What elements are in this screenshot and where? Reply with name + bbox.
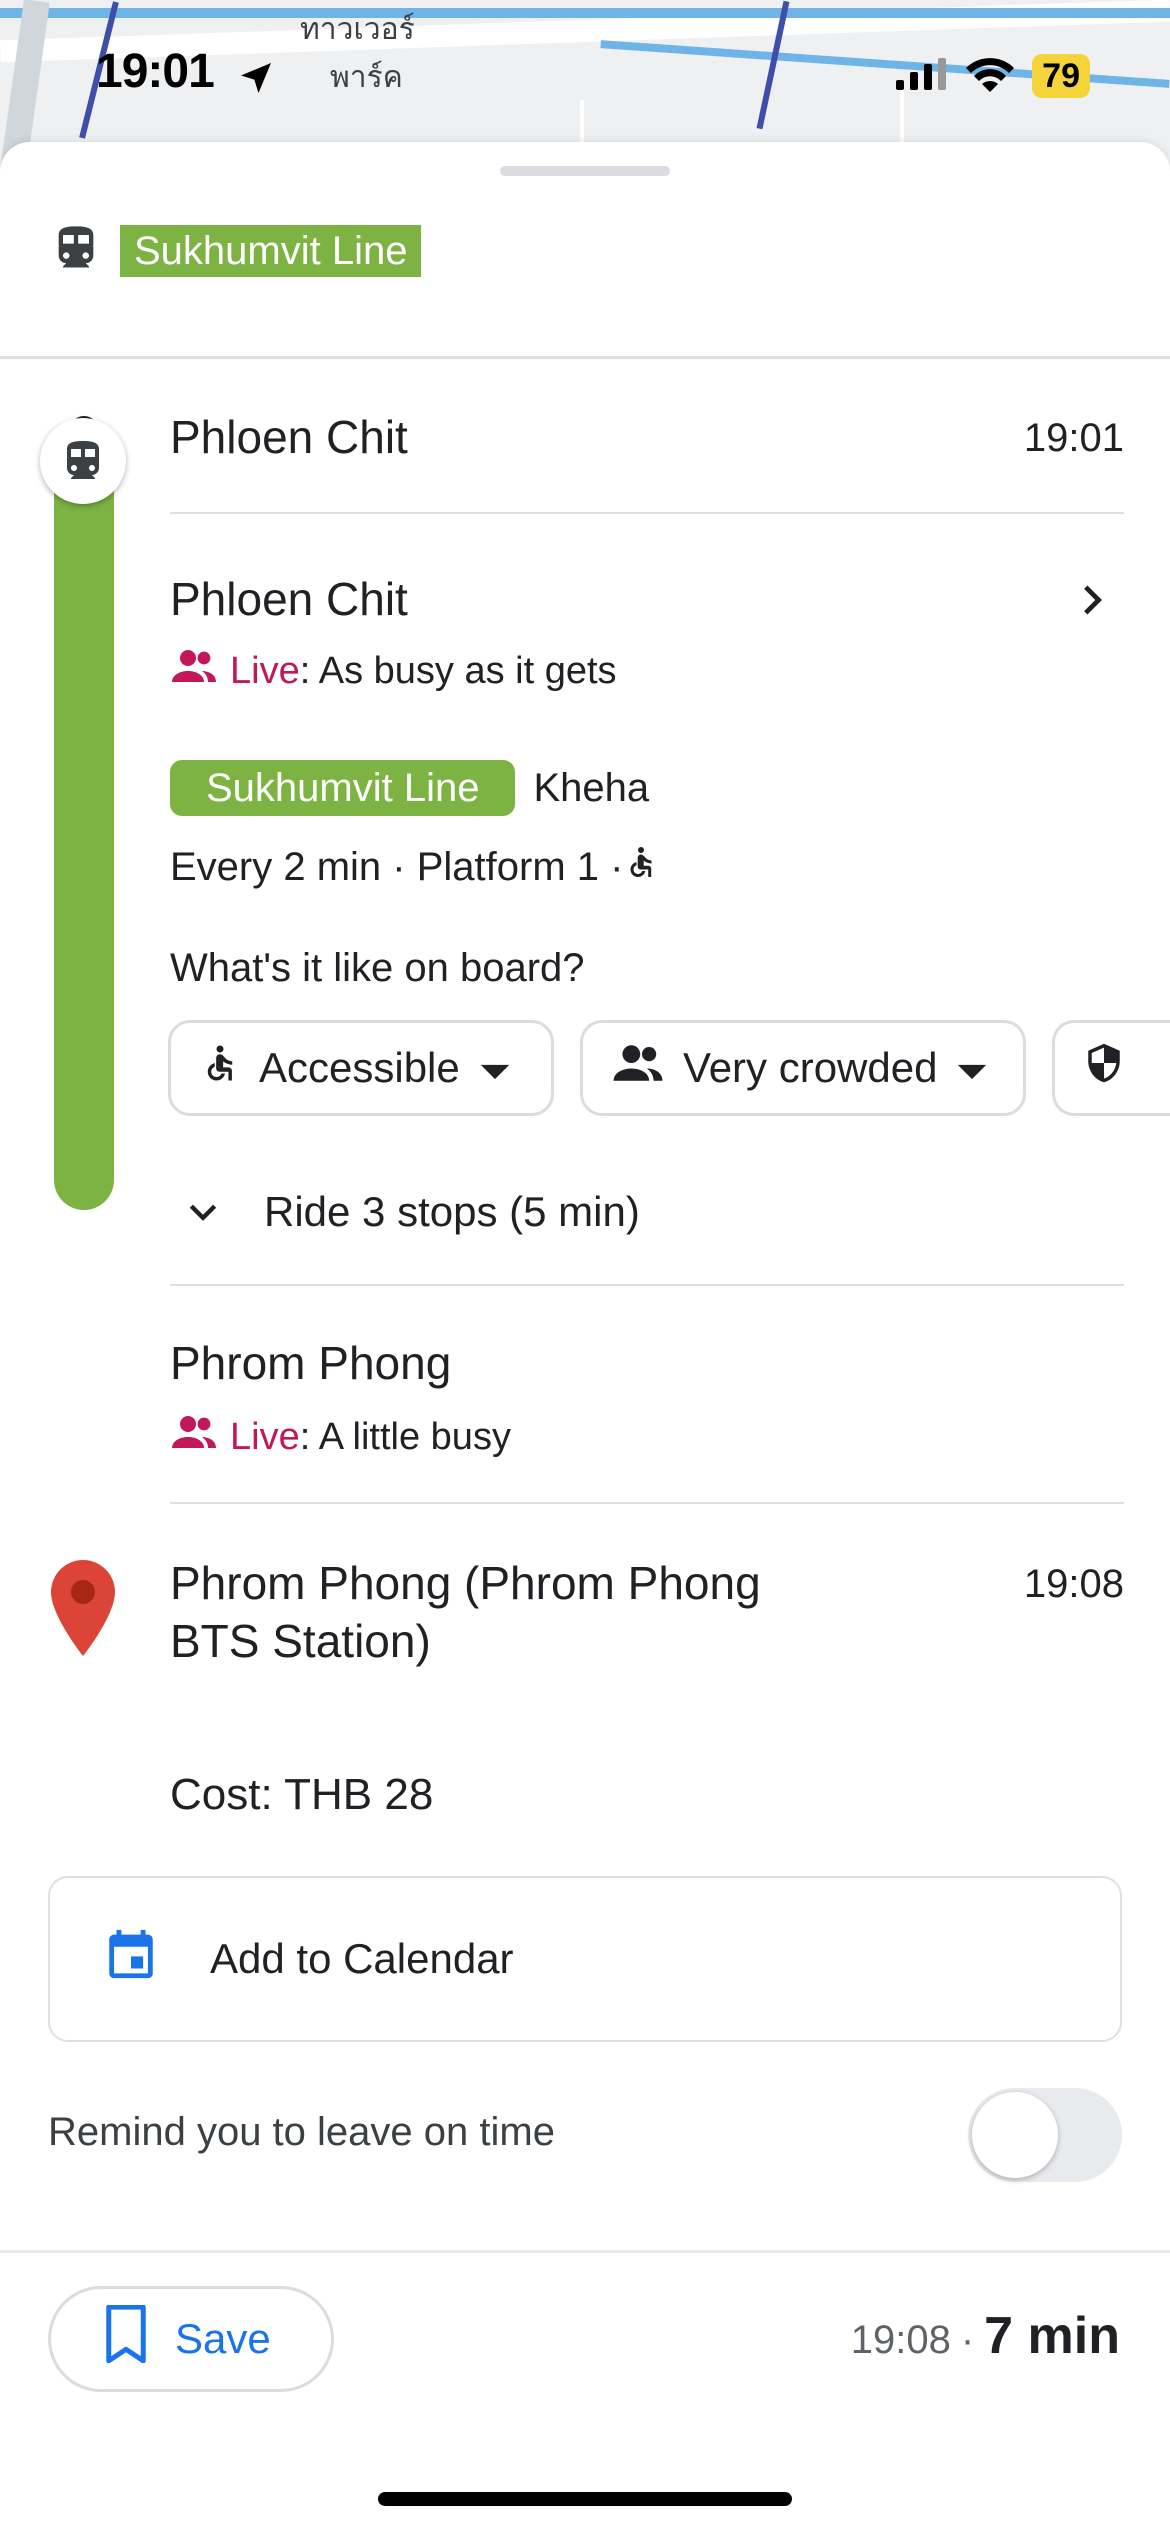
line-badge: Sukhumvit Line [170,760,516,816]
board-live-status: Live: As busy as it gets [170,648,617,694]
status-icons: 79 [896,54,1090,98]
stop-end-dot [68,1212,102,1246]
add-to-calendar-button[interactable]: Add to Calendar [48,1876,1122,2042]
save-label: Save [175,2315,271,2362]
frequency-text: Every 2 min · Platform 1 · [170,844,624,889]
divider [170,1502,1124,1504]
dropdown-arrow-icon [955,1044,989,1092]
destination-time: 19:08 [1023,1562,1124,1606]
shield-icon [1083,1039,1125,1097]
sheet-drag-handle[interactable] [500,166,670,176]
origin-name: Phloen Chit [170,411,408,463]
alight-live-status: Live: A little busy [170,1414,511,1460]
divider [170,512,1124,514]
calendar-icon [102,1923,160,1995]
divider [170,1284,1124,1286]
signal-icon [896,57,948,95]
line-badge: Sukhumvit Line [120,224,422,277]
map-place-label: พาร์ค [330,60,403,95]
reminder-toggle[interactable] [968,2088,1122,2182]
origin-time: 19:01 [1023,416,1124,460]
route-header: Sukhumvit Line [50,222,422,279]
wifi-icon [966,56,1015,97]
eta-separator: · [960,2318,975,2362]
frequency-row: Every 2 min · Platform 1 · [170,842,659,892]
train-icon [50,222,102,279]
arrival-time: 19:08 [850,2318,951,2362]
red-pin-icon [50,1560,116,1661]
chip-safety[interactable] [1052,1020,1170,1116]
bookmark-icon [103,2304,149,2373]
destination-name-line1: Phrom Phong (Phrom Phong [170,1557,761,1609]
chevron-right-icon[interactable] [1070,576,1114,629]
fare-cost: Cost: THB 28 [170,1770,434,1819]
live-status-text: : A little busy [299,1415,511,1458]
dropdown-arrow-icon [478,1044,512,1092]
battery-indicator: 79 [1032,54,1090,98]
accessible-icon [199,1040,241,1096]
live-label: Live [230,1415,300,1458]
location-arrow-icon [236,58,276,103]
train-icon [40,418,126,504]
line-direction: Kheha [533,765,650,810]
line-direction-row: Sukhumvit Line Kheha [170,760,649,816]
alight-stop-name: Phrom Phong [170,1337,452,1389]
reminder-label: Remind you to leave on time [48,2110,555,2154]
transit-line-bar [54,450,114,1210]
divider [0,356,1170,359]
ride-summary[interactable]: Ride 3 stops (5 min) [264,1188,640,1236]
destination-name-line2: BTS Station) [170,1615,431,1667]
calendar-label: Add to Calendar [210,1935,514,1982]
live-status-text: : As busy as it gets [299,649,617,692]
person-group-icon [170,1414,218,1460]
person-group-icon [170,648,218,694]
home-indicator [378,2492,792,2506]
chip-accessible[interactable]: Accessible [168,1020,554,1116]
chip-crowding[interactable]: Very crowded [580,1020,1026,1116]
board-stop-name[interactable]: Phloen Chit [170,572,408,626]
person-group-icon [611,1043,665,1093]
toggle-knob [972,2092,1058,2178]
arrival-summary: 19:08 · 7 min [851,2306,1120,2366]
map-river [0,8,1170,18]
live-label: Live [230,649,300,692]
chip-label: Very crowded [683,1044,938,1091]
map-place-label: ทาวเวอร์ [300,12,415,47]
status-time: 19:01 [96,45,215,98]
chevron-down-icon[interactable] [180,1192,226,1237]
accessible-icon [623,842,659,892]
trip-duration: 7 min [984,2307,1120,2365]
save-button[interactable]: Save [48,2286,334,2392]
feedback-question: What's it like on board? [170,946,585,990]
chip-label: Accessible [259,1044,460,1091]
